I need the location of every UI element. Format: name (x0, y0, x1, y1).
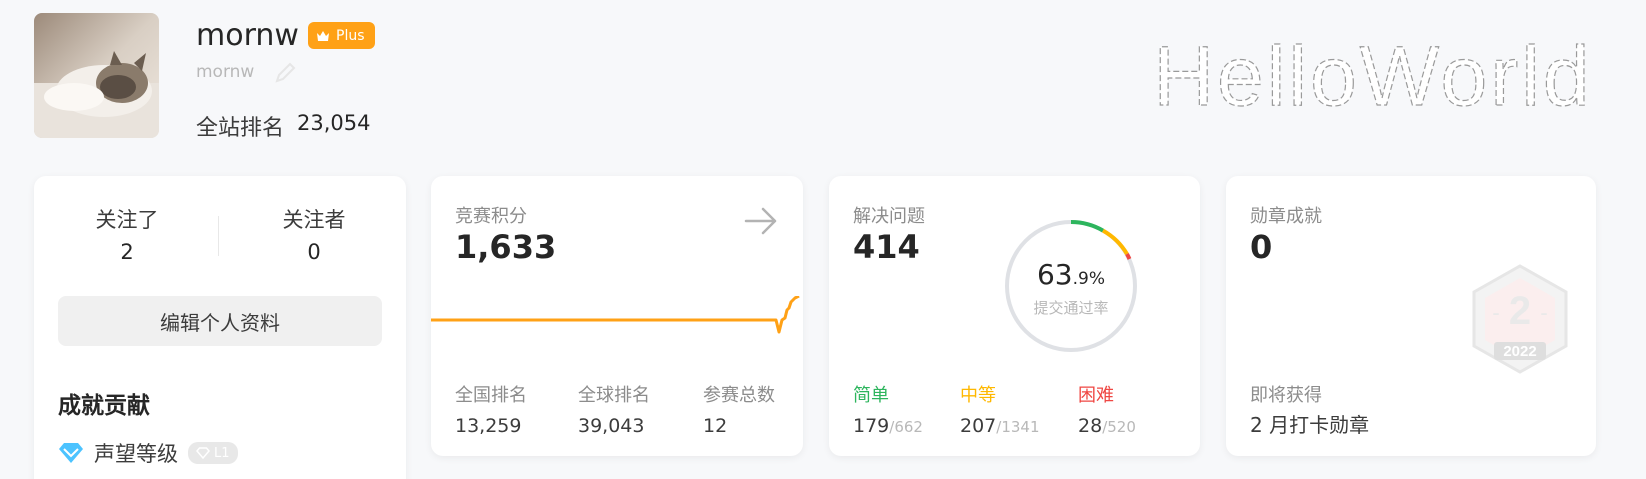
rating-trend-line (431, 296, 800, 334)
reputation-level-badge[interactable]: L1 (188, 442, 238, 464)
badge-number: 2 (1509, 289, 1531, 333)
hard-stat: 困难 28/520 (1078, 381, 1136, 437)
crown-icon (317, 30, 329, 41)
edit-profile-button[interactable]: 编辑个人资料 (58, 296, 382, 346)
global-rank-label: 全站排名 (196, 116, 285, 141)
easy-value: 179/662 (853, 415, 923, 437)
medium-solved: 207 (960, 415, 997, 437)
followers-label: 关注者 (282, 208, 346, 232)
arrow-right-icon[interactable] (744, 206, 778, 236)
acceptance-rate-label: 提交通过率 (1033, 299, 1109, 317)
medium-label: 中等 (960, 385, 996, 406)
contests-attended-stat: 参赛总数 12 (703, 381, 775, 437)
diamond-icon (59, 443, 83, 463)
upcoming-badge-label: 即将获得 (1250, 385, 1322, 406)
contests-attended-label: 参赛总数 (703, 385, 775, 406)
easy-stat: 简单 179/662 (853, 381, 923, 437)
global-rank-value: 23,054 (297, 111, 371, 135)
acceptance-rate-dec: .9% (1072, 269, 1105, 289)
contest-card[interactable]: 竞赛积分 1,633 全国排名 13,259 全球排名 39,043 参赛总数 … (431, 176, 803, 456)
avatar[interactable] (34, 13, 159, 138)
easy-total: /662 (889, 418, 923, 436)
solved-label: 解决问题 (853, 206, 925, 227)
plus-badge-label: Plus (336, 27, 365, 44)
following-count: 2 (120, 240, 134, 264)
svg-text:-: - (1540, 300, 1547, 325)
badges-count: 0 (1250, 228, 1273, 266)
solved-card[interactable]: 解决问题 414 63.9% 提交通过率 简单 179/662 中等 207/1… (829, 176, 1200, 456)
badges-card[interactable]: 勋章成就 0 2 - - 2022 即将获得 2 月打卡勋章 (1226, 176, 1596, 456)
medium-value: 207/1341 (960, 415, 1040, 437)
plus-badge[interactable]: Plus (308, 22, 375, 49)
contests-attended-value: 12 (703, 415, 728, 437)
following-stat[interactable]: 关注了 2 (57, 204, 197, 264)
easy-label: 简单 (853, 385, 889, 406)
badges-label: 勋章成就 (1250, 206, 1322, 227)
username: mornw (196, 18, 299, 53)
easy-solved: 179 (853, 415, 890, 437)
following-label: 关注了 (95, 208, 159, 232)
medium-stat: 中等 207/1341 (960, 381, 1040, 437)
banner-text: HelloWorld (1153, 33, 1592, 123)
contest-rating-value: 1,633 (455, 228, 557, 266)
diamond-outline-icon (196, 447, 210, 459)
svg-text:-: - (1492, 300, 1499, 325)
divider (218, 216, 219, 256)
reputation-row: 声望等级 L1 (58, 438, 238, 468)
medium-total: /1341 (996, 418, 1040, 436)
followers-stat[interactable]: 关注者 0 (244, 204, 384, 264)
profile-card: 关注了 2 关注者 0 编辑个人资料 成就贡献 声望等级 L1 (34, 176, 406, 479)
country-rank-label: 全国排名 (455, 385, 527, 406)
country-rank-value: 13,259 (455, 415, 522, 437)
country-rank-stat: 全国排名 13,259 (455, 381, 527, 437)
reputation-label: 声望等级 (94, 442, 178, 466)
hard-total: /520 (1102, 418, 1136, 436)
badge-year: 2022 (1503, 343, 1536, 360)
upcoming-badge-name: 2 月打卡勋章 (1250, 413, 1370, 437)
hard-solved: 28 (1078, 415, 1103, 437)
pencil-icon[interactable] (272, 60, 298, 86)
acceptance-rate: 63.9% (1001, 258, 1141, 291)
reputation-level: L1 (214, 445, 230, 461)
solved-count: 414 (853, 228, 920, 266)
hard-label: 困难 (1078, 385, 1114, 406)
global-contest-rank-value: 39,043 (578, 415, 645, 437)
global-contest-rank-label: 全球排名 (578, 385, 650, 406)
monthly-badge-icon: 2 - - 2022 (1472, 264, 1568, 374)
user-handle: mornw (196, 62, 255, 82)
achievements-title: 成就贡献 (58, 393, 150, 419)
hard-value: 28/520 (1078, 415, 1136, 437)
global-contest-rank-stat: 全球排名 39,043 (578, 381, 650, 437)
followers-count: 0 (307, 240, 321, 264)
contest-rating-label: 竞赛积分 (455, 206, 527, 227)
hello-world-banner: HelloWorld (1153, 33, 1592, 124)
acceptance-rate-int: 63 (1036, 258, 1073, 291)
